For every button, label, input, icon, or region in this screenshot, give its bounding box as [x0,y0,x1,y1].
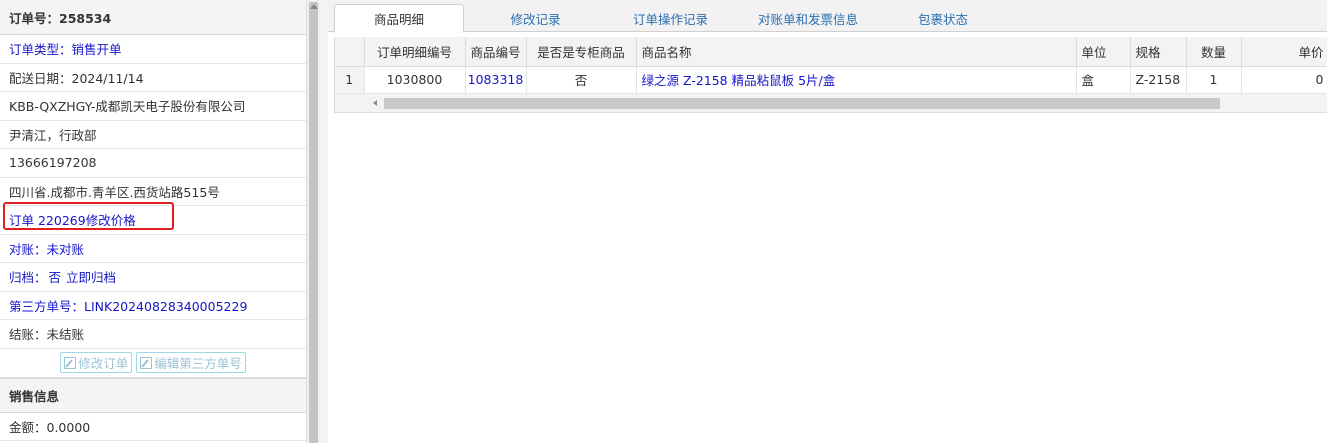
archive-row: 归档： 否 立即归档 [0,263,306,292]
customer-company: KBB-QXZHGY-成都凯天电子股份有限公司 [0,92,306,121]
edit-icon [140,356,153,369]
delivery-address: 四川省.成都市.青羊区.西货站路515号 [0,178,306,206]
grid-horizontal-scrollbar[interactable] [335,93,1327,113]
delivery-date: 配送日期：2024/11/14 [0,64,306,92]
edit-third-party-button[interactable]: 编辑第三方单号 [136,352,246,373]
edit-icon [64,356,77,369]
archive-status: 否 [48,270,62,286]
cell-unit-price: 0 [1241,66,1327,94]
table-row[interactable]: 1 1030800 1083318 否 绿之源 Z-2158 精品粘鼠板 5片/… [335,66,1327,94]
row-number: 1 [335,66,365,94]
col-header-detail-id[interactable]: 订单明细编号 [364,37,466,67]
customer-phone: 13666197208 [0,149,306,178]
scroll-up-arrow-icon[interactable] [310,4,318,9]
col-header-unit[interactable]: 单位 [1076,37,1131,67]
col-header-unit-price[interactable]: 单价 [1241,37,1327,67]
cell-detail-id: 1030800 [364,66,466,94]
order-detail-window: 订单号：258534 订单类型：销售开单 配送日期：2024/11/14 KBB… [0,0,1327,443]
settle-status: 结账：未结账 [0,320,306,349]
reconcile-status: 对账：未对账 [0,235,306,263]
price-change-link[interactable]: 订单 220269修改价格 [0,206,306,235]
col-header-product-name[interactable]: 商品名称 [636,37,1077,67]
edit-order-label: 修改订单 [78,356,129,371]
tab-package-status[interactable]: 包裹状态 [888,4,998,32]
cell-spec: Z-2158 [1130,66,1187,94]
sales-amount: 金额：0.0000 [0,413,306,441]
col-header-quantity[interactable]: 数量 [1186,37,1242,67]
horizontal-scrollbar-thumb[interactable] [384,97,1220,109]
tab-product-details[interactable]: 商品明细 [334,4,464,33]
edit-order-button[interactable]: 修改订单 [60,352,133,373]
tab-edit-history[interactable]: 修改记录 [478,4,593,32]
order-number-header: 订单号：258534 [0,0,306,35]
grid-header-row: 订单明细编号 商品编号 是否是专柜商品 商品名称 单位 规格 数量 单价 [335,37,1327,67]
tab-bar: 商品明细 修改记录 订单操作记录 对账单和发票信息 包裹状态 [328,0,1327,33]
left-panel-scrollbar[interactable] [306,0,320,443]
cell-quantity: 1 [1186,66,1242,94]
scroll-left-arrow-icon[interactable] [373,99,377,106]
col-header-product-id[interactable]: 商品编号 [465,37,527,67]
order-info-panel: 订单号：258534 订单类型：销售开单 配送日期：2024/11/14 KBB… [0,0,306,443]
cell-product-name-link[interactable]: 绿之源 Z-2158 精品粘鼠板 5片/盒 [636,66,1077,94]
cell-product-id-link[interactable]: 1083318 [465,66,527,94]
panel-divider [320,0,328,443]
tab-operation-log[interactable]: 订单操作记录 [608,4,733,32]
archive-label: 归档： [9,270,47,286]
third-party-order-number: 第三方单号：LINK20240828340005229 [0,292,306,320]
order-action-bar: 修改订单 编辑第三方单号 [0,349,306,378]
col-header-counter-product[interactable]: 是否是专柜商品 [526,37,637,67]
order-type: 订单类型：销售开单 [0,35,306,64]
scrollbar-thumb[interactable] [309,2,318,443]
tab-statement-invoice[interactable]: 对账单和发票信息 [743,4,873,32]
customer-contact: 尹清江，行政部 [0,121,306,149]
cell-unit: 盒 [1076,66,1131,94]
cell-counter-product: 否 [526,66,637,94]
col-header-spec[interactable]: 规格 [1130,37,1187,67]
product-detail-grid: 订单明细编号 商品编号 是否是专柜商品 商品名称 单位 规格 数量 单价 1 1… [334,37,1327,113]
edit-third-party-label: 编辑第三方单号 [154,356,242,371]
col-header-rownum [335,37,365,67]
sales-info-header: 销售信息 [0,377,306,413]
archive-now-link[interactable]: 立即归档 [66,267,116,286]
detail-panel: 商品明细 修改记录 订单操作记录 对账单和发票信息 包裹状态 订单明细编号 商品… [328,0,1327,443]
